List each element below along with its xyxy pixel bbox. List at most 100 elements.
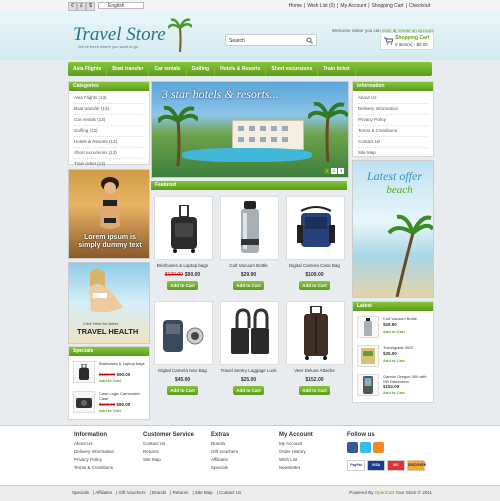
opencart-link[interactable]: OpenCart bbox=[375, 490, 395, 495]
add-to-cart-button[interactable]: Add to Cart bbox=[299, 281, 330, 290]
logo[interactable]: Travel Store bbox=[73, 24, 166, 46]
bottom-link-gift-vouchers[interactable]: Gift Vouchers bbox=[119, 490, 146, 495]
nav-item-golfing[interactable]: Golfing bbox=[187, 62, 216, 76]
latest-image[interactable] bbox=[357, 345, 379, 367]
category-item[interactable]: Golfing (13) bbox=[74, 126, 144, 137]
shopping-cart-box[interactable]: Shopping Cart 0 item(s) - $0.00 bbox=[380, 32, 434, 50]
product-image[interactable] bbox=[220, 301, 279, 365]
top-link-wishlist[interactable]: Wish List (0) bbox=[307, 3, 335, 9]
product-image[interactable] bbox=[154, 196, 213, 260]
category-item[interactable]: Hotels & Resorts (13) bbox=[74, 137, 144, 148]
bottom-link-contact[interactable]: Contact Us bbox=[219, 490, 241, 495]
product-name[interactable]: Veer Deluxe Attache bbox=[283, 368, 346, 373]
specials-box: Specials Briefcases & Laptop bags $120.0… bbox=[68, 346, 150, 420]
special-name[interactable]: Briefcases & Laptop bags bbox=[99, 361, 147, 366]
latest-image[interactable] bbox=[357, 374, 379, 396]
latest-name[interactable]: Colt Vacuum Bottle bbox=[383, 316, 431, 321]
slideshow[interactable]: 3 star hotels & resorts... 123 bbox=[151, 81, 349, 178]
latest-offer-banner[interactable]: Latest offer beach bbox=[352, 160, 434, 298]
currency-pound-button[interactable]: £ bbox=[77, 2, 86, 11]
footer-link[interactable]: Order History bbox=[279, 448, 313, 456]
info-link[interactable]: Delivery Information bbox=[358, 104, 428, 115]
search-icon[interactable] bbox=[306, 37, 313, 44]
bottom-link-affiliates[interactable]: Affiliates bbox=[95, 490, 112, 495]
footer-link[interactable]: Delivery Information bbox=[74, 448, 114, 456]
add-to-cart-link[interactable]: Add to Cart bbox=[383, 390, 405, 395]
footer-link[interactable]: Privacy Policy bbox=[74, 456, 114, 464]
category-item[interactable]: Asia Flights (13) bbox=[74, 93, 144, 104]
footer-link[interactable]: Specials bbox=[211, 464, 238, 472]
info-link[interactable]: About Us bbox=[358, 93, 428, 104]
footer-link[interactable]: About Us bbox=[74, 440, 114, 448]
twitter-icon[interactable] bbox=[360, 442, 371, 453]
add-to-cart-button[interactable]: Add to Cart bbox=[233, 281, 264, 290]
product-image[interactable] bbox=[220, 196, 279, 260]
info-link[interactable]: Privacy Policy bbox=[358, 115, 428, 126]
footer-link[interactable]: My Account bbox=[279, 440, 313, 448]
currency-dollar-button[interactable]: $ bbox=[86, 2, 95, 11]
rss-icon[interactable] bbox=[373, 442, 384, 453]
category-item[interactable]: Car rentals (13) bbox=[74, 115, 144, 126]
footer-link[interactable]: Brands bbox=[211, 440, 238, 448]
product-name[interactable]: Briefcases & Laptop bags bbox=[151, 263, 214, 268]
nav-item-boat-transfer[interactable]: Boat transfer bbox=[107, 62, 150, 76]
add-to-cart-link[interactable]: Add to Cart bbox=[383, 358, 405, 363]
latest-name[interactable]: Travelguide 2007 bbox=[383, 345, 431, 350]
footer-link[interactable]: Wish List bbox=[279, 456, 313, 464]
footer-link[interactable]: Site Map bbox=[143, 456, 194, 464]
bottom-link-site-map[interactable]: Site Map bbox=[195, 490, 213, 495]
travel-health-banner[interactable]: Click Here for latest TRAVEL HEALTH bbox=[68, 262, 150, 344]
footer-link[interactable]: Terms & Conditions bbox=[74, 464, 114, 472]
currency-euro-button[interactable]: € bbox=[68, 2, 77, 11]
footer-link[interactable]: Contact Us bbox=[143, 440, 194, 448]
info-link[interactable]: Site Map bbox=[358, 148, 428, 159]
add-to-cart-button[interactable]: Add to Cart bbox=[167, 281, 198, 290]
add-to-cart-link[interactable]: Add to Cart bbox=[99, 408, 121, 413]
special-image[interactable] bbox=[73, 391, 95, 413]
info-link[interactable]: Contact Us bbox=[358, 137, 428, 148]
slide-page-3[interactable]: 3 bbox=[338, 168, 344, 174]
category-item[interactable]: Boat transfer (13) bbox=[74, 104, 144, 115]
search-input[interactable]: Search bbox=[225, 34, 317, 46]
slide-page-2[interactable]: 2 bbox=[331, 168, 337, 174]
nav-item-car-rentals[interactable]: Car rentals bbox=[149, 62, 187, 76]
facebook-icon[interactable] bbox=[347, 442, 358, 453]
bottom-link-returns[interactable]: Returns bbox=[173, 490, 189, 495]
featured-title: Featured bbox=[151, 181, 347, 190]
category-item[interactable]: Short excursions (13) bbox=[74, 148, 144, 159]
bottom-link-specials[interactable]: Specials bbox=[72, 490, 89, 495]
product-name[interactable]: Colt Vacuum Bottle bbox=[217, 263, 280, 268]
top-link-home[interactable]: Home bbox=[289, 3, 302, 9]
product-image[interactable] bbox=[286, 301, 345, 365]
nav-item-train-ticket[interactable]: Train ticket bbox=[318, 62, 356, 76]
footer-link[interactable]: Returns bbox=[143, 448, 194, 456]
top-link-account[interactable]: My Account bbox=[340, 3, 366, 9]
lorem-banner[interactable]: Lorem ipsum is simply dummy text bbox=[68, 169, 150, 259]
footer-link[interactable]: Gift Vouchers bbox=[211, 448, 238, 456]
product-name[interactable]: Digital Camera Case Bag bbox=[283, 263, 346, 268]
nav-item-hotels[interactable]: Hotels & Resorts bbox=[215, 62, 267, 76]
product-image[interactable] bbox=[154, 301, 213, 365]
add-to-cart-button[interactable]: Add to Cart bbox=[167, 386, 198, 395]
add-to-cart-button[interactable]: Add to Cart bbox=[299, 386, 330, 395]
footer-link[interactable]: Affiliates bbox=[211, 456, 238, 464]
special-image[interactable] bbox=[73, 361, 95, 383]
info-link[interactable]: Terms & Conditions bbox=[358, 126, 428, 137]
add-to-cart-link[interactable]: Add to Cart bbox=[383, 329, 405, 334]
nav-item-asia-flights[interactable]: Asia Flights bbox=[68, 62, 108, 76]
add-to-cart-button[interactable]: Add to Cart bbox=[233, 386, 264, 395]
bottom-link-brands[interactable]: Brands bbox=[152, 490, 166, 495]
product-name[interactable]: Travel Sentry Luggage Lock bbox=[217, 368, 280, 373]
top-link-checkout[interactable]: Checkout bbox=[409, 3, 430, 9]
product-image[interactable] bbox=[286, 196, 345, 260]
language-select[interactable]: English bbox=[98, 2, 144, 9]
slide-page-1[interactable]: 1 bbox=[324, 168, 330, 174]
top-link-cart[interactable]: Shopping Cart bbox=[372, 3, 404, 9]
footer-link[interactable]: Newsletter bbox=[279, 464, 313, 472]
nav-item-short-excursions[interactable]: Short excursions bbox=[266, 62, 319, 76]
special-name[interactable]: Case Logic Camcorder Case bbox=[99, 391, 147, 401]
latest-name[interactable]: Garmin Oregon 300 with GB Discoverer bbox=[383, 374, 431, 384]
latest-image[interactable] bbox=[357, 316, 379, 338]
add-to-cart-link[interactable]: Add to Cart bbox=[99, 378, 121, 383]
product-name[interactable]: Digital Camera Neo Bag bbox=[151, 368, 214, 373]
